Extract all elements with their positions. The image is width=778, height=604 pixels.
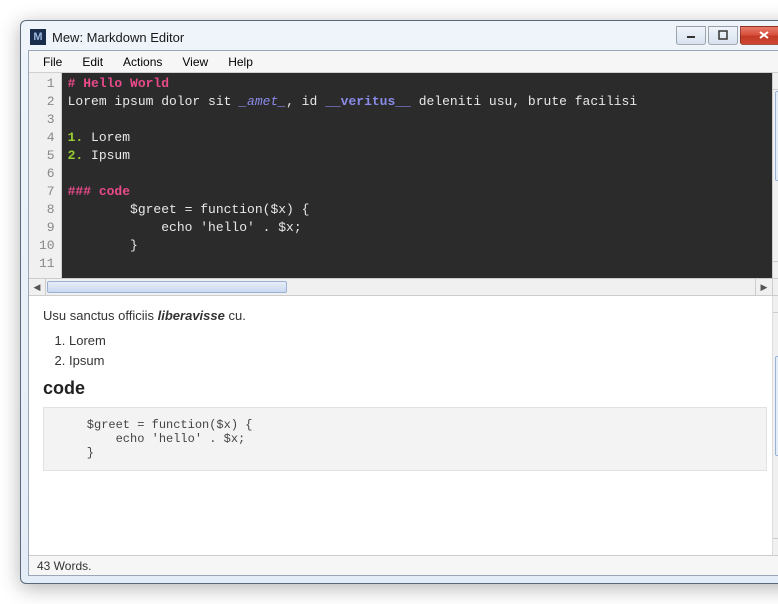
code-line[interactable]: [68, 111, 766, 129]
statusbar: 43 Words.: [29, 555, 778, 575]
line-number: 3: [39, 111, 55, 129]
menu-help[interactable]: Help: [218, 53, 263, 71]
client-area: File Edit Actions View Help 123456789101…: [28, 50, 778, 576]
code-line[interactable]: # Hello World: [68, 75, 766, 93]
editor-horizontal-scrollbar[interactable]: ◀ ▶: [29, 278, 778, 295]
minimize-button[interactable]: [676, 26, 706, 45]
preview-vertical-scrollbar[interactable]: ▲ ▼: [772, 296, 778, 555]
line-number: 5: [39, 147, 55, 165]
code-line[interactable]: $greet = function($x) {: [68, 201, 766, 219]
code-line[interactable]: [68, 165, 766, 183]
code-line[interactable]: 1. Lorem: [68, 129, 766, 147]
menu-view[interactable]: View: [172, 53, 218, 71]
menu-edit[interactable]: Edit: [72, 53, 113, 71]
word-count: 43 Words.: [37, 559, 91, 573]
scroll-up-arrow-icon[interactable]: ▲: [773, 73, 778, 90]
line-number: 11: [39, 255, 55, 273]
list-item: Lorem: [69, 333, 767, 348]
scroll-left-arrow-icon[interactable]: ◀: [29, 279, 46, 295]
menu-file[interactable]: File: [33, 53, 72, 71]
maximize-button[interactable]: [708, 26, 738, 45]
editor-body: 1234567891011 # Hello WorldLorem ipsum d…: [29, 73, 778, 278]
preview-heading: code: [43, 378, 767, 399]
code-line[interactable]: ### code: [68, 183, 766, 201]
preview-codeblock: $greet = function($x) { echo 'hello' . $…: [43, 407, 767, 471]
line-number: 4: [39, 129, 55, 147]
preview-text: Usu sanctus officiis: [43, 308, 158, 323]
scroll-right-arrow-icon[interactable]: ▶: [755, 279, 772, 295]
app-icon: M: [30, 29, 46, 45]
maximize-icon: [718, 30, 728, 40]
window-title: Mew: Markdown Editor: [52, 30, 676, 45]
line-number: 6: [39, 165, 55, 183]
line-number: 7: [39, 183, 55, 201]
close-icon: [758, 30, 770, 40]
preview-emph: liberavisse: [158, 308, 225, 323]
hscroll-track[interactable]: [46, 279, 755, 295]
scroll-down-arrow-icon[interactable]: ▼: [773, 261, 778, 278]
code-editor[interactable]: # Hello WorldLorem ipsum dolor sit _amet…: [62, 73, 772, 278]
line-number: 9: [39, 219, 55, 237]
code-line[interactable]: echo 'hello' . $x;: [68, 219, 766, 237]
code-line[interactable]: }: [68, 237, 766, 255]
window-controls: [676, 26, 778, 45]
hscroll-thumb[interactable]: [47, 281, 287, 293]
scroll-down-arrow-icon[interactable]: ▼: [773, 538, 778, 555]
preview-paragraph: Usu sanctus officiis liberavisse cu.: [43, 308, 767, 323]
line-number: 8: [39, 201, 55, 219]
close-button[interactable]: [740, 26, 778, 45]
menu-actions[interactable]: Actions: [113, 53, 172, 71]
preview-pane: Usu sanctus officiis liberavisse cu. Lor…: [29, 296, 778, 555]
code-line[interactable]: 2. Ipsum: [68, 147, 766, 165]
line-gutter: 1234567891011: [29, 73, 62, 278]
line-number: 2: [39, 93, 55, 111]
code-line[interactable]: [68, 255, 766, 273]
editor-pane: 1234567891011 # Hello WorldLorem ipsum d…: [29, 73, 778, 296]
preview-text: cu.: [225, 308, 246, 323]
minimize-icon: [686, 30, 696, 40]
code-line[interactable]: Lorem ipsum dolor sit _amet_, id __verit…: [68, 93, 766, 111]
list-item: Ipsum: [69, 353, 767, 368]
scroll-up-arrow-icon[interactable]: ▲: [773, 296, 778, 313]
line-number: 10: [39, 237, 55, 255]
titlebar[interactable]: M Mew: Markdown Editor: [28, 28, 778, 50]
line-number: 1: [39, 75, 55, 93]
app-window: M Mew: Markdown Editor File Edit Actions…: [20, 20, 778, 584]
editor-vertical-scrollbar[interactable]: ▲ ▼: [772, 73, 778, 278]
preview-list: Lorem Ipsum: [69, 333, 767, 368]
scroll-corner: [772, 279, 778, 295]
menubar: File Edit Actions View Help: [29, 51, 778, 73]
